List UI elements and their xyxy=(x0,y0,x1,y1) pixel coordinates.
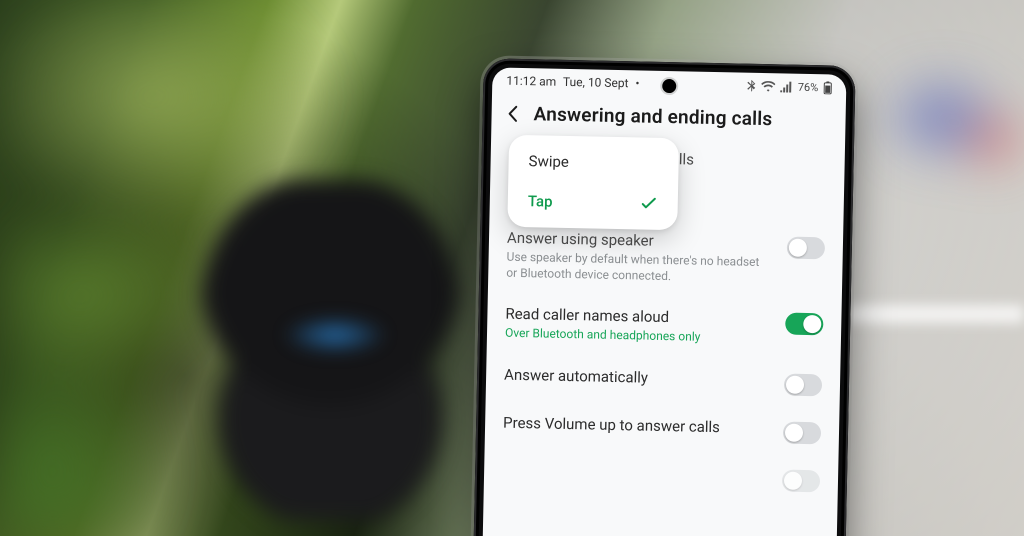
toggle-answer-automatically[interactable] xyxy=(784,373,822,396)
toggle-read-caller-names[interactable] xyxy=(785,313,823,336)
dropdown-option-label: Tap xyxy=(528,192,553,211)
background-figurine xyxy=(260,305,410,365)
setting-title: Answer automatically xyxy=(504,365,770,389)
setting-read-caller-names[interactable]: Read caller names aloud Over Bluetooth a… xyxy=(505,293,824,360)
toggle-cropped[interactable] xyxy=(782,469,820,492)
setting-title: Press Volume up to answer calls xyxy=(503,413,769,437)
page-title: Answering and ending calls xyxy=(533,102,772,130)
battery-percentage: 76% xyxy=(798,80,819,93)
status-date: Tue, 10 Sept xyxy=(563,75,629,90)
back-icon[interactable] xyxy=(503,103,523,123)
dropdown-option-label: Swipe xyxy=(528,152,569,171)
bluetooth-icon xyxy=(747,80,756,92)
setting-press-volume-up[interactable]: Press Volume up to answer calls xyxy=(503,401,822,456)
status-time: 11:12 am xyxy=(506,74,556,89)
signal-icon xyxy=(780,81,793,92)
answer-gesture-dropdown[interactable]: Swipe Tap xyxy=(507,135,679,231)
toggle-press-volume-up[interactable] xyxy=(783,421,821,444)
phone-frame: 11:12 am Tue, 10 Sept • 76% xyxy=(472,58,855,536)
photo-background: 11:12 am Tue, 10 Sept • 76% xyxy=(0,0,1024,536)
wifi-icon xyxy=(761,80,775,91)
battery-icon xyxy=(823,81,832,94)
setting-subtitle: Over Bluetooth and headphones only xyxy=(505,325,771,347)
phone-screen: 11:12 am Tue, 10 Sept • 76% xyxy=(481,67,846,536)
setting-title xyxy=(502,461,768,485)
setting-subtitle: Use speaker by default when there's no h… xyxy=(506,249,773,287)
setting-cropped-row[interactable] xyxy=(502,449,821,504)
toggle-answer-using-speaker[interactable] xyxy=(787,237,825,260)
check-icon xyxy=(640,194,658,212)
app-bar: Answering and ending calls xyxy=(491,89,846,141)
dropdown-option-tap[interactable]: Tap xyxy=(507,181,678,225)
setting-answer-using-speaker[interactable]: Answer using speaker Use speaker by defa… xyxy=(506,227,825,300)
setting-answer-automatically[interactable]: Answer automatically xyxy=(504,353,823,408)
dropdown-option-swipe[interactable]: Swipe xyxy=(508,141,679,185)
